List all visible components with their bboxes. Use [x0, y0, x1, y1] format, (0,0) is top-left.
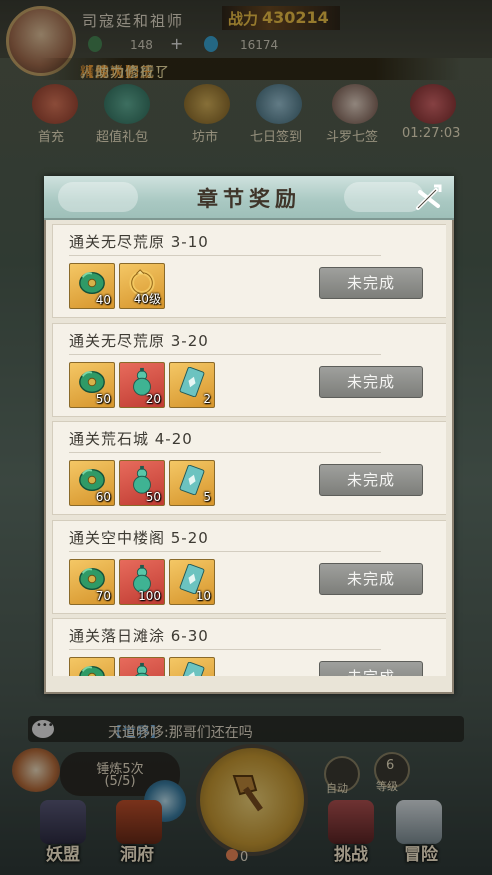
row-divider — [69, 353, 381, 355]
claim-status-button[interactable]: 未完成 — [319, 464, 423, 496]
reward-item-jade[interactable] — [69, 657, 115, 676]
reward-count: 2 — [203, 391, 211, 406]
reward-count: 50 — [145, 490, 161, 504]
reward-count: 60 — [95, 490, 111, 504]
reward-item-scroll[interactable]: 10 — [169, 558, 215, 605]
claim-status-button[interactable]: 未完成 — [319, 562, 423, 595]
reward-count: 20 — [145, 391, 161, 406]
reward-list[interactable]: 通关无尽荒原 3-10 40 40级 未完成 通关无尽荒原 3-20 50 20 2 未完成 通关… — [52, 224, 446, 676]
claim-status-button[interactable]: 未完成 — [319, 365, 423, 398]
reward-item-gold-ring[interactable]: 40级 — [119, 263, 165, 309]
reward-row-title: 通关空中楼阁 5-20 — [69, 528, 209, 547]
reward-count: 70 — [95, 588, 111, 603]
dialog-title: 章节奖励 — [197, 187, 301, 211]
reward-count: 5 — [203, 490, 211, 504]
reward-item-gourd[interactable] — [119, 657, 165, 676]
reward-row-title: 通关荒石城 4-20 — [69, 430, 193, 448]
reward-row: 通关落日滩涂 6-30 未完成 — [52, 618, 446, 676]
reward-item-gourd[interactable]: 100 — [119, 558, 165, 605]
reward-count: 50 — [95, 391, 111, 406]
row-divider — [69, 649, 381, 650]
reward-item-scroll[interactable]: 5 — [169, 460, 215, 506]
jade-icon — [78, 665, 106, 676]
scroll-icon — [179, 662, 205, 676]
reward-count: 40 — [95, 293, 111, 307]
row-divider — [69, 452, 381, 453]
reward-count: 10 — [195, 588, 211, 603]
close-icon[interactable] — [414, 182, 444, 212]
reward-row: 通关无尽荒原 3-10 40 40级 未完成 — [52, 224, 446, 318]
reward-item-jade[interactable]: 60 — [69, 460, 115, 506]
claim-status-button[interactable]: 未完成 — [319, 267, 423, 299]
reward-item-jade[interactable]: 70 — [69, 558, 115, 605]
reward-row: 通关荒石城 4-20 60 50 5 未完成 — [52, 421, 446, 515]
reward-row: 通关空中楼阁 5-20 70 100 10 未完成 — [52, 519, 446, 614]
reward-count: 100 — [138, 588, 161, 603]
reward-row-title: 通关无尽荒原 3-10 — [69, 233, 209, 251]
reward-item-gourd[interactable]: 50 — [119, 460, 165, 506]
reward-item-jade[interactable]: 40 — [69, 263, 115, 309]
row-divider — [69, 255, 381, 256]
reward-row-title: 通关落日滩涂 6-30 — [69, 627, 209, 645]
gourd-icon — [133, 662, 151, 676]
reward-item-scroll[interactable]: 2 — [169, 361, 215, 408]
chapter-reward-dialog: 章节奖励 通关无尽荒原 3-10 40 40级 未完成 通关无尽荒原 3-20 50 20 2… — [44, 176, 454, 694]
dialog-header: 章节奖励 — [44, 176, 454, 220]
claim-status-button[interactable]: 未完成 — [319, 661, 423, 676]
reward-item-jade[interactable]: 50 — [69, 361, 115, 408]
reward-row: 通关无尽荒原 3-20 50 20 2 未完成 — [52, 322, 446, 417]
reward-item-scroll[interactable] — [169, 657, 215, 676]
reward-count: 40级 — [133, 292, 161, 306]
row-divider — [69, 550, 381, 552]
reward-item-gourd[interactable]: 20 — [119, 361, 165, 408]
reward-row-title: 通关无尽荒原 3-20 — [69, 331, 209, 350]
